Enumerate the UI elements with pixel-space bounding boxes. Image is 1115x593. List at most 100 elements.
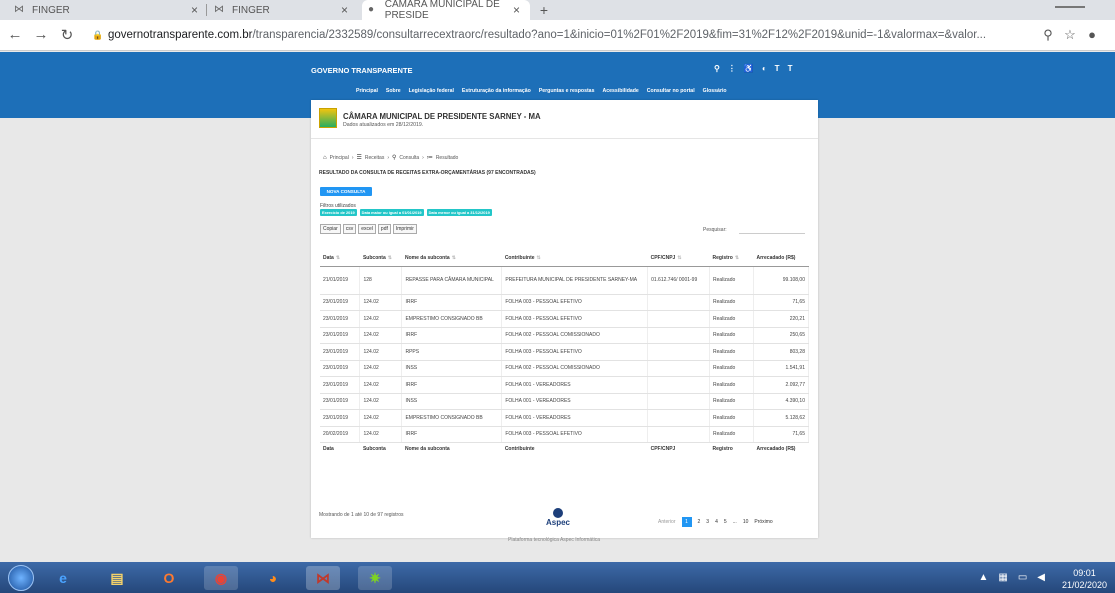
search-input[interactable] (739, 224, 805, 234)
window-minimize-button[interactable] (1055, 6, 1085, 8)
cell-nome-subconta: IRRF (401, 294, 503, 311)
tab-title: CAMARA MUNICIPAL DE PRESIDE (384, 0, 500, 21)
ie-icon[interactable]: e (46, 566, 80, 590)
aspec-brand: Aspec (545, 518, 570, 527)
breadcrumb-principal[interactable]: Principal (330, 155, 349, 161)
site-title[interactable]: GOVERNO TRANSPARENTE (311, 66, 413, 75)
col-header-nome-subconta[interactable]: Nome da subconta ⇅ (401, 240, 502, 267)
font-increase-icon[interactable]: T (775, 64, 780, 73)
nav-perguntas[interactable]: Perguntas e respostas (539, 88, 595, 94)
pager-page[interactable]: 3 (706, 519, 709, 525)
cell-contribuinte: FOLHA 002 - PESSOAL COMISSIONADO (501, 360, 649, 377)
copy-button[interactable]: Copiar (320, 224, 341, 234)
back-arrow-icon[interactable]: ← (6, 26, 24, 43)
nav-sobre[interactable]: Sobre (386, 88, 401, 94)
main-nav: Principal Sobre Legislação federal Estru… (356, 88, 727, 94)
col-header-arrecadado[interactable]: Arrecadado (R$) (753, 240, 809, 267)
system-clock[interactable]: 09:01 21/02/2020 (1062, 567, 1107, 591)
browser-tab-active[interactable]: ● CAMARA MUNICIPAL DE PRESIDE × (362, 0, 530, 21)
cell-arrecadado: 803,28 (753, 343, 809, 361)
nav-principal[interactable]: Principal (356, 88, 378, 94)
reload-icon[interactable]: ↻ (58, 26, 76, 44)
explorer-icon[interactable]: ▤ (100, 566, 134, 590)
list-icon: ☰ (356, 155, 362, 161)
url-text[interactable]: governotransparente.com.br/transparencia… (108, 29, 1028, 41)
col-header-subconta[interactable]: Subconta ⇅ (359, 240, 402, 267)
aspec-logo[interactable]: Aspec (545, 508, 571, 534)
search-label: Pesquisar: (703, 227, 727, 233)
cell-subconta: 124.02 (359, 376, 403, 394)
browser-tab-strip: ⋈ FINGER × ⋈ FINGER × ● CAMARA MUNICIPAL… (0, 0, 1115, 21)
pager-page[interactable]: 10 (743, 519, 749, 525)
monitor-icon[interactable]: ▭ (1018, 572, 1027, 583)
breadcrumb-consulta[interactable]: Consulta (399, 155, 419, 161)
pager-page[interactable]: 5 (724, 519, 727, 525)
nav-glossario[interactable]: Glossário (703, 88, 727, 94)
contrast-icon[interactable]: ◐ (762, 64, 767, 73)
close-tab-icon[interactable]: × (341, 3, 348, 17)
cell-registro: Realizado (709, 426, 754, 443)
table-row: 23/01/2019 124.02 EMPRESTIMO CONSIGNADO … (320, 310, 809, 328)
footer-col-data: Data (320, 442, 360, 456)
nav-estruturacao[interactable]: Estruturação da informação (462, 88, 531, 94)
tray-arrow-icon[interactable]: ▲ (978, 572, 988, 583)
col-header-cpf-cnpj[interactable]: CPF/CNPJ ⇅ (647, 240, 710, 267)
office-icon[interactable]: O (152, 566, 186, 590)
content-card: CÂMARA MUNICIPAL DE PRESIDENTE SARNEY - … (311, 100, 818, 538)
cell-nome-subconta: EMPRESTIMO CONSIGNADO BB (401, 310, 503, 328)
col-header-data[interactable]: Data ⇅ (320, 240, 360, 267)
close-tab-icon[interactable]: × (191, 3, 198, 17)
excel-button[interactable]: excel (358, 224, 376, 234)
nav-legislacao[interactable]: Legislação federal (409, 88, 454, 94)
pdf-button[interactable]: pdf (377, 224, 391, 234)
breadcrumb-receitas[interactable]: Receitas (365, 155, 384, 161)
cell-arrecadado: 220,21 (753, 310, 809, 328)
finger-app-icon[interactable]: ⋈ (306, 566, 340, 590)
app-icon[interactable]: ✷ (358, 566, 392, 590)
pager-page[interactable]: 4 (715, 519, 718, 525)
browser-tab-2[interactable]: ⋈ FINGER × (208, 0, 358, 20)
finger-favicon-icon: ⋈ (214, 4, 224, 15)
close-tab-icon[interactable]: × (513, 3, 520, 17)
cell-data: 23/01/2019 (320, 327, 361, 344)
footer-col-subconta: Subconta (359, 442, 402, 456)
table-row: 21/01/2019 128 REPASSE PARA CÂMARA MUNIC… (320, 266, 809, 295)
firefox-icon[interactable]: ◕ (256, 566, 290, 590)
cell-arrecadado: 2.092,77 (753, 376, 809, 394)
network-icon[interactable]: ▦ (998, 572, 1007, 583)
profile-icon[interactable]: ● (1084, 27, 1100, 42)
bookmark-star-icon[interactable]: ☆ (1062, 27, 1078, 43)
menu-icon[interactable]: ⋮ (728, 64, 736, 73)
accessibility-icon[interactable]: ♿ (744, 64, 754, 73)
cell-subconta: 124.02 (359, 393, 403, 410)
nav-acessibilidade[interactable]: Acessibilidade (602, 88, 638, 94)
print-button[interactable]: Imprimir (392, 224, 417, 234)
url-path: /transparencia/2332589/consultarrecextra… (252, 29, 987, 41)
new-query-button[interactable]: NOVA CONSULTA (320, 187, 372, 196)
footer-col-registro: Registro (709, 442, 754, 456)
url-host: governotransparente.com.br (108, 29, 253, 41)
address-bar[interactable]: 🔒 governotransparente.com.br/transparenc… (92, 24, 1032, 46)
org-logo (319, 108, 337, 128)
search-icon[interactable]: ⚲ (714, 64, 720, 73)
filter-badge: Data menor ou igual a 31/12/2019 (426, 209, 492, 216)
browser-tab-1[interactable]: ⋈ FINGER × (8, 0, 208, 20)
cell-registro: Realizado (709, 266, 754, 295)
zoom-icon[interactable]: ⚲ (1040, 27, 1056, 43)
cell-subconta: 124.02 (359, 310, 403, 328)
new-tab-button[interactable]: + (534, 2, 554, 18)
pager-next[interactable]: Próximo (754, 519, 772, 525)
pager-prev[interactable]: Anterior (658, 519, 676, 525)
forward-arrow-icon[interactable]: → (32, 26, 50, 43)
chrome-icon[interactable]: ◉ (204, 566, 238, 590)
taskbar: e ▤ O ◉ ◕ ⋈ ✷ ▲ ▦ ▭ ◀ 09:01 21/02/2020 (0, 562, 1115, 593)
start-button[interactable] (8, 565, 34, 591)
pager-page-current[interactable]: 1 (681, 517, 692, 527)
font-decrease-icon[interactable]: T (788, 64, 793, 73)
nav-consultar[interactable]: Consultar no portal (647, 88, 695, 94)
csv-button[interactable]: csv (342, 224, 357, 234)
volume-icon[interactable]: ◀ (1037, 572, 1045, 583)
col-header-registro[interactable]: Registro ⇅ (709, 240, 754, 267)
col-header-contribuinte[interactable]: Contribuinte ⇅ (501, 240, 648, 267)
pager-page[interactable]: 2 (698, 519, 701, 525)
